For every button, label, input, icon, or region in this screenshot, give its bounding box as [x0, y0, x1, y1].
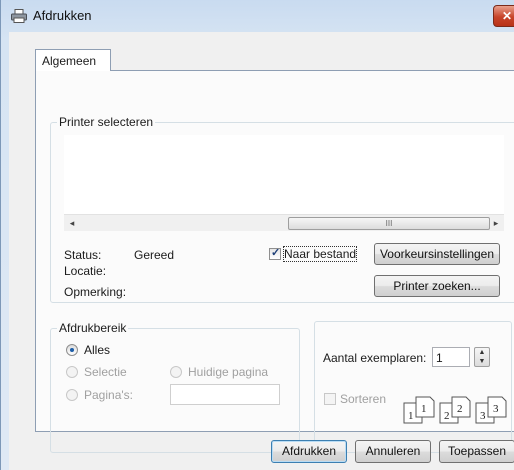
preferences-button[interactable]: Voorkeursinstellingen	[374, 243, 500, 265]
copies-input-value: 1	[436, 351, 443, 365]
scrollbar-thumb[interactable]: III	[288, 217, 490, 230]
comment-label: Opmerking:	[64, 285, 127, 299]
radio-current-page-label[interactable]: Huidige pagina	[188, 365, 268, 379]
scroll-left-arrow-icon[interactable]: ◂	[66, 217, 78, 229]
radio-selection[interactable]	[66, 366, 78, 378]
copies-spinner[interactable]: ▲ ▼	[474, 347, 490, 367]
tab-panel-algemeen: Printer selecteren ◂ III ▸ Status: Geree…	[35, 70, 514, 453]
scrollbar-grip: III	[385, 219, 393, 228]
status-value: Gereed	[134, 248, 175, 262]
collate-page-label: 1	[421, 403, 427, 415]
radio-selection-label[interactable]: Selectie	[84, 365, 127, 379]
copies-label: Aantal exemplaren:	[323, 351, 427, 365]
copies-input[interactable]: 1	[432, 347, 470, 367]
print-dialog: Afdrukken ✕ Algemeen Printer selecteren …	[0, 0, 514, 470]
print-button[interactable]: Afdrukken	[271, 440, 347, 463]
close-icon: ✕	[502, 9, 513, 23]
collate-page-label: 2	[444, 410, 450, 422]
print-to-file-checkbox[interactable]	[269, 246, 281, 260]
radio-current-page[interactable]	[170, 366, 182, 378]
dialog-client-area: Algemeen Printer selecteren ◂ III ▸ Stat…	[9, 32, 514, 470]
collate-page-label: 3	[493, 403, 499, 415]
title-bar: Afdrukken ✕	[1, 0, 514, 32]
window-title: Afdrukken	[33, 8, 92, 23]
printer-icon	[11, 9, 27, 23]
location-label: Locatie:	[64, 264, 107, 278]
collate-page-label: 2	[457, 403, 463, 415]
collate-page-label: 1	[408, 410, 414, 422]
radio-pages-label[interactable]: Pagina's:	[84, 388, 133, 402]
collate-label[interactable]: Sorteren	[340, 392, 386, 406]
spin-up-icon[interactable]: ▲	[475, 348, 489, 357]
scroll-right-arrow-icon[interactable]: ▸	[490, 217, 502, 229]
copies-group	[314, 321, 512, 453]
collate-checkbox[interactable]	[324, 393, 336, 405]
spin-down-icon[interactable]: ▼	[475, 357, 489, 366]
printer-list-scrollbar[interactable]: ◂ III ▸	[64, 214, 504, 231]
status-label: Status:	[64, 248, 102, 262]
radio-all-label[interactable]: Alles	[84, 343, 110, 357]
collate-set-1-icon: 1 1	[403, 396, 435, 424]
print-to-file-label[interactable]: Naar bestand	[282, 246, 358, 262]
printer-select-group-label: Printer selecteren	[59, 115, 154, 129]
tab-label: Algemeen	[42, 54, 97, 68]
tab-algemeen[interactable]: Algemeen	[35, 49, 111, 71]
collate-page-label: 3	[480, 410, 486, 422]
pages-input[interactable]	[170, 384, 280, 405]
apply-button[interactable]: Toepassen	[439, 440, 514, 463]
radio-pages[interactable]	[66, 389, 78, 401]
page-range-group-label: Afdrukbereik	[59, 321, 127, 335]
collate-set-2-icon: 2 2	[439, 396, 471, 424]
find-printer-button[interactable]: Printer zoeken...	[374, 275, 500, 297]
radio-all[interactable]	[66, 344, 78, 356]
cancel-button[interactable]: Annuleren	[355, 440, 431, 463]
collate-set-3-icon: 3 3	[475, 396, 507, 424]
close-button[interactable]: ✕	[493, 5, 514, 27]
